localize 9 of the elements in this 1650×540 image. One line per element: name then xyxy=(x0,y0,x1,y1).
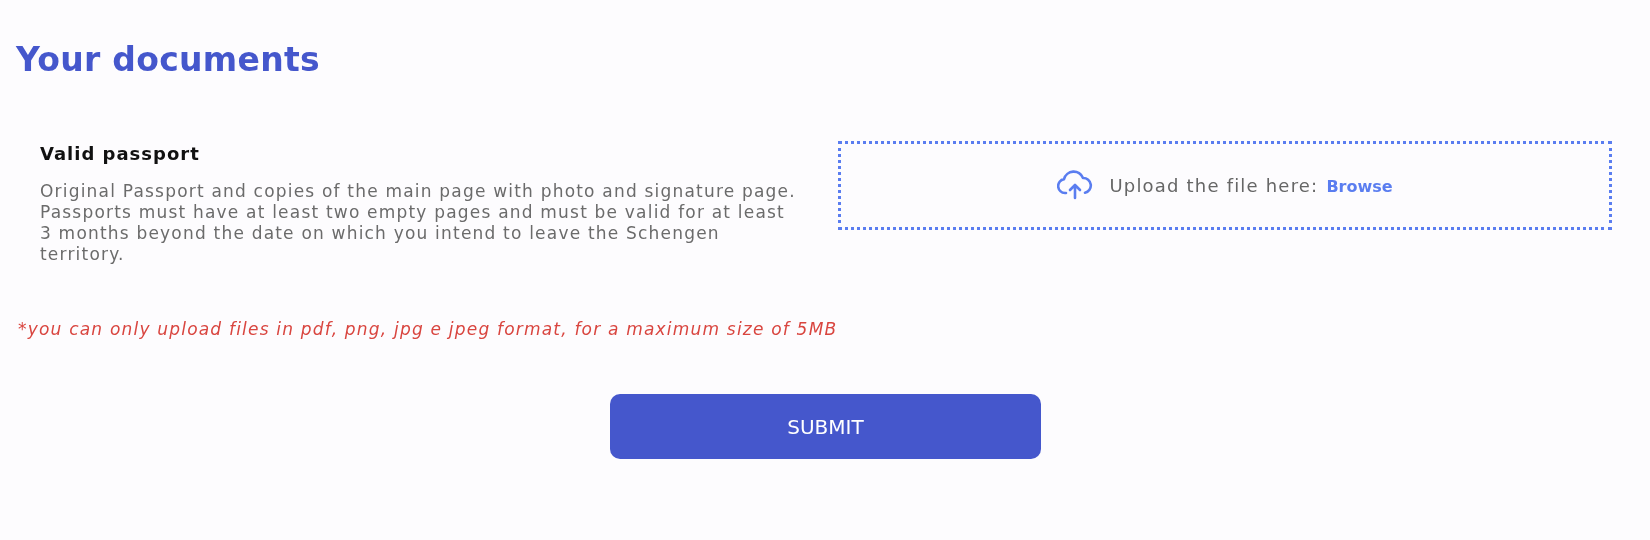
document-name: Valid passport xyxy=(40,141,201,166)
submit-button[interactable]: SUBMIT xyxy=(610,394,1041,460)
upload-prompt: Upload the file here: xyxy=(1109,173,1319,198)
upload-note: *you can only upload files in pdf, png, jpg e jpeg format, for a maximum size of 5MB xyxy=(18,317,839,341)
cloud-upload-icon xyxy=(1057,170,1094,201)
upload-dropzone[interactable]: Upload the file here: Browse xyxy=(838,140,1612,230)
page-title: Your documents xyxy=(16,40,322,80)
browse-link[interactable]: Browse xyxy=(1326,174,1393,199)
document-description: Original Passport and copies of the main page with photo and signature page. Passports must have at least two empty pages and must be valid for at least 3 months beyond the date on which you intend to leave the Schengen territory. xyxy=(40,180,797,265)
